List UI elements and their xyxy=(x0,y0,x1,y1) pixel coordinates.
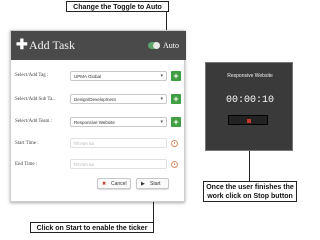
clock-icon[interactable] xyxy=(171,161,178,168)
sub-task-label: Select/Add Sub Ta.. xyxy=(15,97,55,102)
timer-elapsed: 00:00:10 xyxy=(225,95,274,106)
timer-task-title: Responsive Website xyxy=(227,73,273,79)
stop-button[interactable] xyxy=(228,115,268,125)
tag-select-value: UPMA Global xyxy=(74,74,102,79)
add-tag-button[interactable]: + xyxy=(171,71,181,81)
add-team-button[interactable]: + xyxy=(171,117,181,127)
start-button[interactable]: ▶ Start xyxy=(136,178,169,189)
end-time-placeholder: hh:mm aa xyxy=(74,162,95,167)
add-sub-task-button[interactable]: + xyxy=(171,94,181,104)
toggle-callout: Change the Toggle to Auto xyxy=(66,1,169,12)
stop-callout: Once the user finishes the work click on… xyxy=(203,181,297,202)
end-time-label: End Time : xyxy=(15,162,38,167)
add-task-title: Add Task xyxy=(29,38,75,52)
team-select-value: Responsive Website xyxy=(74,120,115,125)
chevron-down-icon: ▾ xyxy=(160,96,163,102)
team-label: Select/Add Team : xyxy=(15,119,53,124)
tag-select[interactable]: UPMA Global ▾ xyxy=(70,71,167,81)
start-time-input[interactable]: hh:mm aa xyxy=(70,138,167,148)
add-task-window: ✚ Add Task Auto Select/Add Tag : UPMA Gl… xyxy=(10,30,186,202)
sub-task-select-value: Design/Development xyxy=(74,97,116,102)
close-icon: ✖ xyxy=(102,181,107,187)
tag-label: Select/Add Tag : xyxy=(15,73,49,78)
start-time-label: Start Time : xyxy=(15,141,39,146)
cancel-button[interactable]: ✖ Cancel xyxy=(97,178,131,189)
auto-toggle[interactable] xyxy=(148,42,160,49)
plus-icon: ✚ xyxy=(16,36,28,52)
chevron-down-icon: ▾ xyxy=(160,119,163,125)
cancel-button-label: Cancel xyxy=(111,181,127,187)
stop-callout-line-1: Once the user finishes the xyxy=(206,184,294,191)
stop-callout-line-2: work click on Stop button xyxy=(207,193,293,200)
start-button-label: Start xyxy=(150,181,161,187)
add-task-header: ✚ Add Task Auto xyxy=(11,31,186,60)
team-select[interactable]: Responsive Website ▾ xyxy=(70,117,167,127)
auto-toggle-label: Auto xyxy=(163,41,179,50)
stop-callout-connector xyxy=(249,151,250,181)
end-time-input[interactable]: hh:mm aa xyxy=(70,159,167,169)
timer-panel: Responsive Website 00:00:10 xyxy=(205,62,293,151)
clock-icon[interactable] xyxy=(171,140,178,147)
start-time-placeholder: hh:mm aa xyxy=(74,141,95,146)
play-icon: ▶ xyxy=(141,181,145,187)
chevron-down-icon: ▾ xyxy=(160,73,163,79)
toggle-knob xyxy=(153,42,160,49)
start-callout: Click on Start to enable the ticker xyxy=(30,222,154,233)
sub-task-select[interactable]: Design/Development ▾ xyxy=(70,94,167,104)
stop-icon xyxy=(247,119,251,123)
start-callout-text: Click on Start to enable the ticker xyxy=(36,225,148,232)
toggle-callout-text: Change the Toggle to Auto xyxy=(73,4,162,11)
